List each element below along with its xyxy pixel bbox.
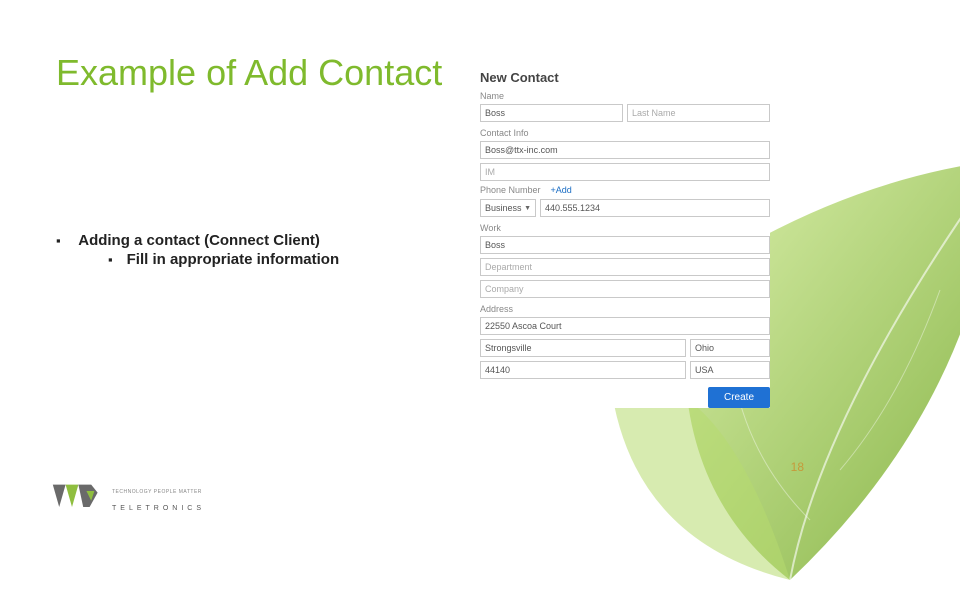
phone-type-select[interactable]: Business ▼: [480, 199, 536, 217]
state-input[interactable]: Ohio: [690, 339, 770, 357]
section-contact-info: Contact Info: [480, 128, 770, 138]
bullet-list: Adding a contact (Connect Client) Fill i…: [56, 232, 436, 268]
logo-mark-icon: [48, 478, 104, 512]
logo: TECHNOLOGY PEOPLE MATTER TELETRONICS: [48, 478, 205, 512]
city-input[interactable]: Strongsville: [480, 339, 686, 357]
section-name: Name: [480, 91, 770, 101]
logo-name: TELETRONICS: [112, 505, 205, 512]
company-input[interactable]: Company: [480, 280, 770, 298]
department-input[interactable]: Department: [480, 258, 770, 276]
new-contact-form: New Contact Name Boss Last Name Contact …: [480, 70, 770, 408]
street-input[interactable]: 22550 Ascoa Court: [480, 317, 770, 335]
create-button[interactable]: Create: [708, 387, 770, 408]
work-name-input[interactable]: Boss: [480, 236, 770, 254]
chevron-down-icon: ▼: [524, 205, 531, 212]
zip-input[interactable]: 44140: [480, 361, 686, 379]
logo-tagline: TECHNOLOGY PEOPLE MATTER: [112, 489, 205, 495]
section-work: Work: [480, 223, 770, 233]
email-input[interactable]: Boss@ttx-inc.com: [480, 141, 770, 159]
bullet-level2: Fill in appropriate information: [127, 251, 340, 268]
section-address: Address: [480, 304, 770, 314]
form-heading: New Contact: [480, 70, 770, 85]
last-name-input[interactable]: Last Name: [627, 104, 770, 122]
country-input[interactable]: USA: [690, 361, 770, 379]
bullet-level1: Adding a contact (Connect Client): [78, 232, 320, 249]
im-input[interactable]: IM: [480, 163, 770, 181]
page-number: 18: [791, 460, 804, 474]
phone-type-value: Business: [485, 203, 522, 213]
phone-number-input[interactable]: 440.555.1234: [540, 199, 770, 217]
add-phone-link[interactable]: +Add: [551, 185, 572, 195]
first-name-input[interactable]: Boss: [480, 104, 623, 122]
slide-title: Example of Add Contact: [56, 52, 442, 94]
section-phone: Phone Number: [480, 185, 541, 195]
